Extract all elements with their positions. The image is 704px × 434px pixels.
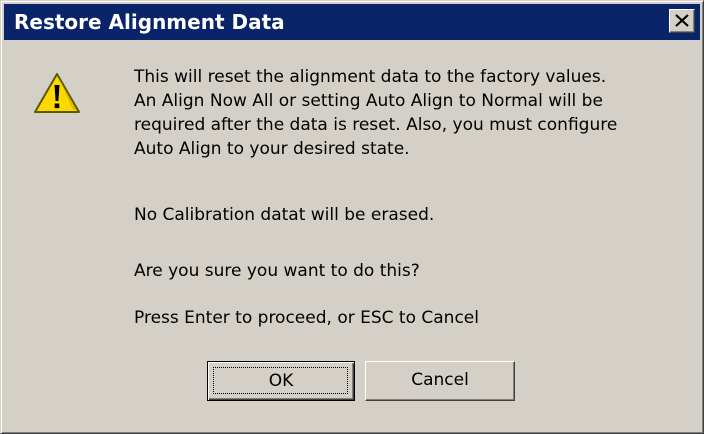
cancel-button-label: Cancel <box>411 370 469 390</box>
close-icon <box>675 14 689 27</box>
instructions-text: Press Enter to proceed, or ESC to Cancel <box>134 308 479 328</box>
close-button[interactable] <box>669 9 695 33</box>
cancel-button[interactable]: Cancel <box>365 361 515 401</box>
reset-warning-text: This will reset the alignment data to th… <box>134 65 617 161</box>
message-line: required after the data is reset. Also, … <box>134 115 618 135</box>
confirm-question: Are you sure you want to do this? <box>134 261 420 281</box>
warning-icon <box>34 73 80 113</box>
ok-button[interactable]: OK <box>207 361 355 401</box>
calibration-note: No Calibration datat will be erased. <box>134 205 435 225</box>
message-line: An Align Now All or setting Auto Align t… <box>134 91 603 111</box>
message-line: This will reset the alignment data to th… <box>134 67 607 87</box>
restore-alignment-dialog: Restore Alignment Data This will reset t… <box>0 0 704 434</box>
ok-button-label: OK <box>268 371 294 391</box>
window-title: Restore Alignment Data <box>14 10 285 34</box>
title-bar[interactable]: Restore Alignment Data <box>4 4 700 40</box>
message-line: Auto Align to your desired state. <box>134 139 410 159</box>
